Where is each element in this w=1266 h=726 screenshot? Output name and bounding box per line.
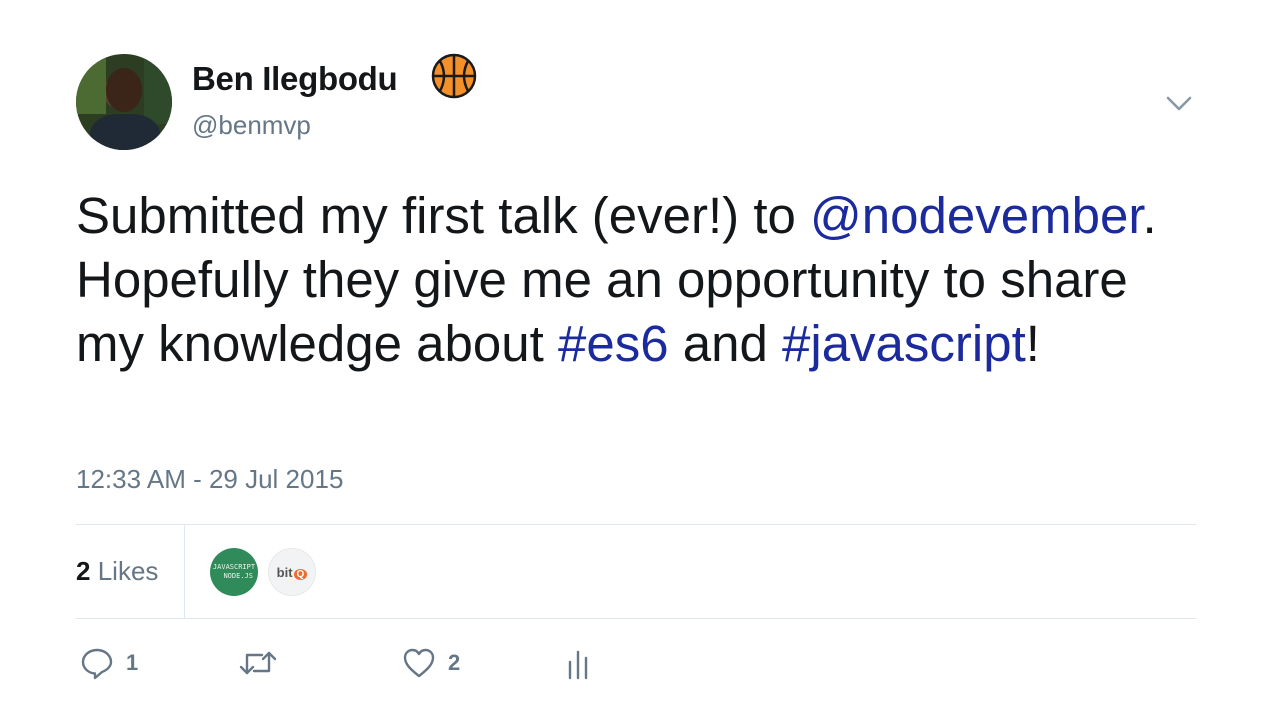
chevron-down-icon[interactable] [1164, 92, 1194, 116]
liker-avatar-javascript-nodejs[interactable]: JAVASCRIPT NODE.JS [210, 548, 258, 596]
author-handle[interactable]: @benmvp [192, 110, 311, 141]
author-name[interactable]: Ben Ilegbodu [192, 60, 398, 98]
mention-link[interactable]: @nodevember [810, 187, 1142, 244]
divider [76, 618, 1196, 619]
divider [184, 525, 185, 618]
avatar-background [76, 54, 106, 114]
liker-avatar-text: JAVASCRIPT NODE.JS [212, 563, 256, 580]
tweet-text-segment: and [668, 315, 782, 372]
tweet-timestamp[interactable]: 12:33 AM - 29 Jul 2015 [76, 464, 343, 495]
avatar-background [144, 54, 172, 124]
reply-count: 1 [126, 650, 139, 675]
retweet-button[interactable] [238, 646, 290, 680]
divider [76, 524, 1196, 525]
basketball-icon [431, 53, 477, 99]
liker-avatar-text: bit Q [277, 565, 308, 580]
like-button[interactable]: 2 [402, 646, 460, 680]
analytics-icon [568, 650, 588, 680]
analytics-button[interactable] [566, 646, 590, 680]
tweet-text: Submitted my first talk (ever!) to @node… [76, 184, 1186, 376]
likes-number: 2 [76, 556, 91, 586]
tweet-text-segment: ! [1025, 315, 1040, 372]
heart-icon [403, 648, 435, 678]
hashtag-link[interactable]: #javascript [782, 315, 1026, 372]
hashtag-link[interactable]: #es6 [558, 315, 669, 372]
reply-button[interactable]: 1 [80, 646, 138, 680]
liker-avatar-bitq[interactable]: bit Q [268, 548, 316, 596]
likes-count[interactable]: 2 Likes [76, 556, 158, 587]
avatar[interactable] [76, 54, 172, 150]
tweet-text-segment: Submitted my first talk (ever!) to [76, 187, 811, 244]
reply-icon [81, 648, 113, 680]
avatar-face [106, 68, 142, 112]
avatar-shirt [90, 114, 160, 150]
retweet-icon [239, 651, 277, 675]
liker-avatar-badge: Q [293, 568, 308, 580]
like-count: 2 [448, 650, 461, 675]
likes-label: Likes [97, 556, 159, 586]
